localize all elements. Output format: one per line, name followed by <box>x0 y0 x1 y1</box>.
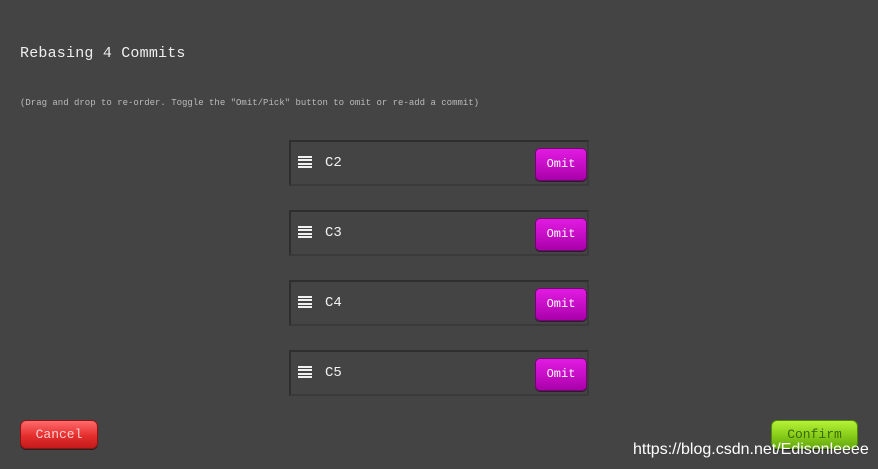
omit-button[interactable]: Omit <box>535 148 587 181</box>
drag-handle-icon[interactable] <box>298 156 312 168</box>
drag-handle-icon[interactable] <box>298 226 312 238</box>
commit-row-c4[interactable]: C4 Omit <box>289 280 589 326</box>
commit-row-c3[interactable]: C3 Omit <box>289 210 589 256</box>
commit-id: C5 <box>325 365 342 381</box>
commit-row-c2[interactable]: C2 Omit <box>289 140 589 186</box>
commit-id: C4 <box>325 295 342 311</box>
commit-list: C2 Omit C3 Omit C4 Omit C5 Omit <box>289 140 589 420</box>
dialog-title: Rebasing 4 Commits <box>20 45 186 62</box>
omit-button[interactable]: Omit <box>535 358 587 391</box>
commit-id: C3 <box>325 225 342 241</box>
confirm-button[interactable]: Confirm <box>771 420 858 449</box>
drag-handle-icon[interactable] <box>298 366 312 378</box>
cancel-button[interactable]: Cancel <box>20 420 98 449</box>
omit-button[interactable]: Omit <box>535 288 587 321</box>
drag-handle-icon[interactable] <box>298 296 312 308</box>
omit-button[interactable]: Omit <box>535 218 587 251</box>
instructions-text: (Drag and drop to re-order. Toggle the "… <box>20 98 480 108</box>
commit-row-c5[interactable]: C5 Omit <box>289 350 589 396</box>
commit-id: C2 <box>325 155 342 171</box>
